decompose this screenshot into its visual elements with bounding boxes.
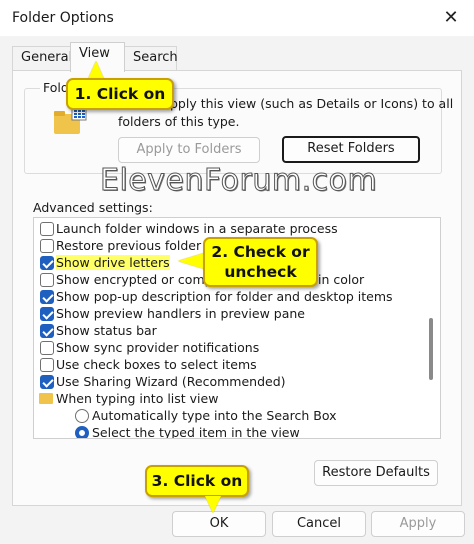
callout-arrow-left-icon	[178, 253, 204, 269]
apply-to-folders-button[interactable]: Apply to Folders	[118, 137, 260, 163]
reset-folders-button[interactable]: Reset Folders	[282, 136, 420, 163]
apply-button[interactable]: Apply	[371, 511, 465, 537]
folder-views-description-line1: pply this view (such as Details or Icons…	[170, 96, 454, 111]
checkbox[interactable]	[40, 273, 54, 287]
list-item[interactable]: Select the typed item in the view	[75, 425, 300, 438]
checkbox[interactable]	[40, 324, 54, 338]
ok-button[interactable]: OK	[172, 511, 266, 537]
checkbox[interactable]	[40, 239, 54, 253]
list-item[interactable]: Use check boxes to select items	[40, 357, 257, 374]
scrollbar-thumb[interactable]	[429, 318, 433, 380]
folder-views-description-line2: folders of this type.	[118, 114, 240, 129]
list-item[interactable]: Show pop-up description for folder and d…	[40, 289, 393, 306]
checkbox[interactable]	[40, 290, 54, 304]
checkbox[interactable]	[40, 256, 54, 270]
callout-arrow-down-icon	[205, 496, 221, 513]
checkbox[interactable]	[40, 341, 54, 355]
callout-check-uncheck: 2. Check or uncheck	[203, 237, 318, 287]
cancel-button[interactable]: Cancel	[272, 511, 366, 537]
radio-button[interactable]	[75, 426, 89, 438]
callout-arrow-up-icon	[88, 61, 104, 79]
callout-click-view: 1. Click on	[66, 78, 174, 110]
list-item[interactable]: Use Sharing Wizard (Recommended)	[40, 374, 286, 391]
list-item[interactable]: Show preview handlers in preview pane	[40, 306, 305, 323]
watermark: ElevenForum.com	[99, 163, 378, 199]
list-item-show-drive-letters[interactable]: Show drive letters	[40, 255, 170, 272]
checkbox[interactable]	[40, 307, 54, 321]
checkbox[interactable]	[40, 358, 54, 372]
callout-line: 2. Check or	[211, 243, 310, 261]
list-item[interactable]: Show status bar	[40, 323, 157, 340]
close-icon[interactable]: ✕	[428, 0, 474, 36]
restore-defaults-button[interactable]: Restore Defaults	[314, 460, 438, 486]
list-item: When typing into list view	[39, 391, 218, 408]
radio-button[interactable]	[75, 409, 89, 423]
list-item[interactable]: Show encrypted or comp in color	[40, 272, 364, 289]
folder-icon	[39, 393, 53, 404]
folder-view-icon	[54, 108, 87, 134]
window-title: Folder Options	[12, 10, 114, 26]
list-item[interactable]: Launch folder windows in a separate proc…	[40, 221, 338, 238]
list-item[interactable]: Automatically type into the Search Box	[75, 408, 337, 425]
checkbox[interactable]	[40, 375, 54, 389]
callout-line: uncheck	[224, 263, 297, 281]
callout-click-ok: 3. Click on	[145, 465, 249, 497]
advanced-settings-label: Advanced settings:	[33, 200, 153, 215]
checkbox[interactable]	[40, 222, 54, 236]
tab-search[interactable]: Search	[124, 46, 178, 70]
list-item[interactable]: Show sync provider notifications	[40, 340, 259, 357]
title-bar: Folder Options ✕	[0, 0, 474, 36]
tab-general[interactable]: General	[12, 46, 72, 70]
